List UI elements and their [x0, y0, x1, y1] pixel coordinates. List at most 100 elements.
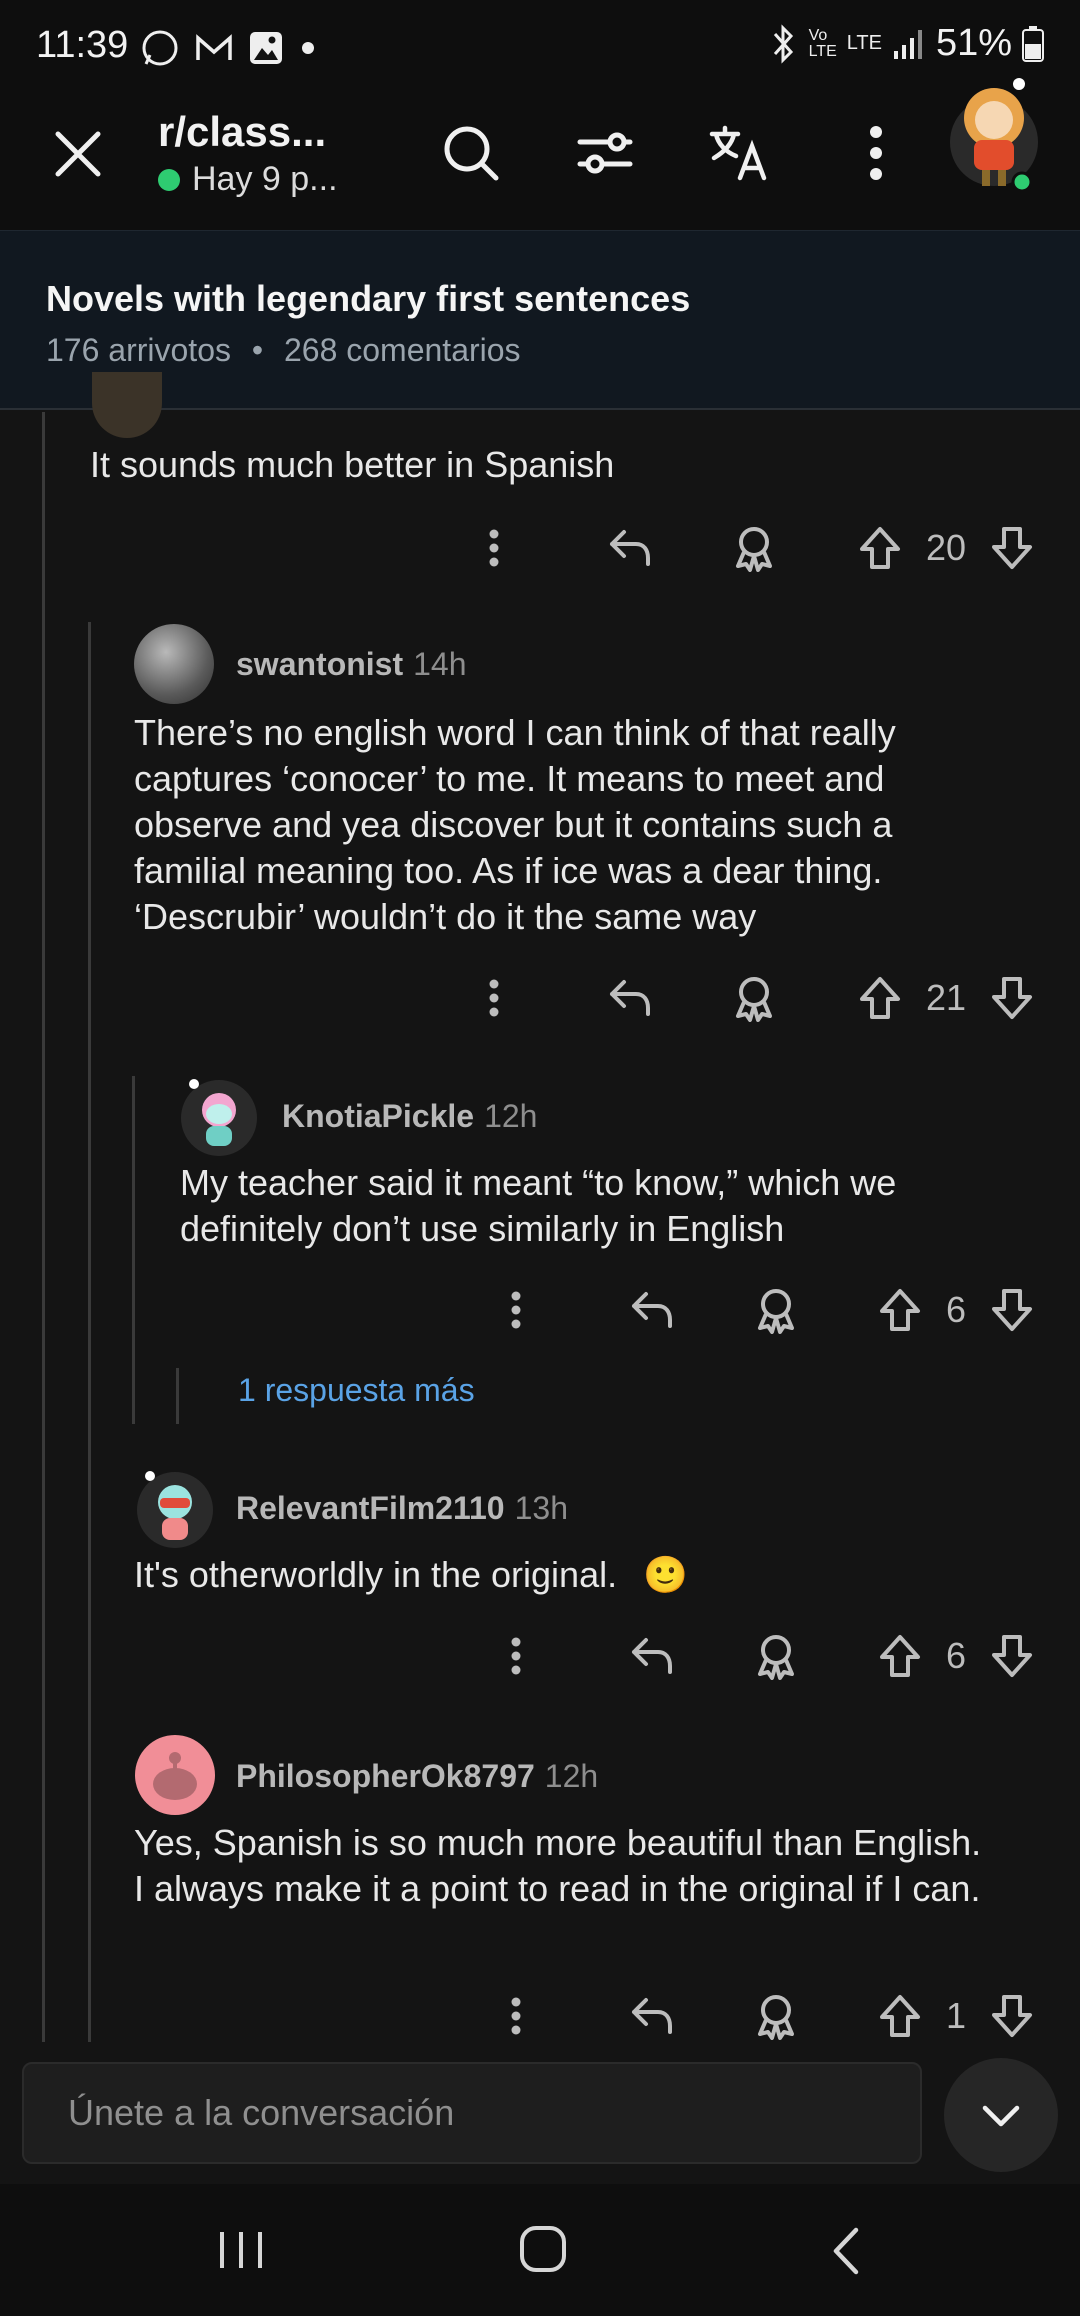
- back-icon: [833, 2227, 859, 2275]
- comment-avatar[interactable]: [134, 1734, 216, 1821]
- back-button[interactable]: [826, 2226, 866, 2281]
- upvote-button[interactable]: [872, 1626, 928, 1686]
- more-replies-link[interactable]: 1 respuesta más: [238, 1372, 475, 1409]
- search-icon: [444, 126, 499, 181]
- comment-more-button[interactable]: [496, 1280, 536, 1340]
- comment-more-button[interactable]: [474, 518, 514, 578]
- volte-icon: Vo LTE: [808, 26, 837, 60]
- reply-button[interactable]: [622, 1626, 682, 1686]
- downvote-button[interactable]: [984, 968, 1040, 1028]
- reply-button[interactable]: [600, 518, 660, 578]
- reply-button[interactable]: [622, 1280, 682, 1340]
- comment-avatar[interactable]: [178, 1074, 260, 1163]
- upvote-icon: [880, 1289, 920, 1331]
- comment-author[interactable]: KnotiaPickle 12h: [282, 1098, 537, 1135]
- reply-button[interactable]: [622, 1986, 682, 2046]
- upvote-icon: [880, 1995, 920, 2037]
- upvote-button[interactable]: [852, 518, 908, 578]
- dot-icon: [302, 42, 314, 54]
- award-icon: [736, 527, 772, 572]
- filter-button[interactable]: [574, 122, 636, 189]
- overflow-menu-button[interactable]: [858, 122, 894, 189]
- vote-score: 6: [945, 1289, 967, 1330]
- notification-icons: [140, 28, 318, 68]
- award-icon: [758, 1635, 794, 1680]
- downvote-button[interactable]: [984, 1626, 1040, 1686]
- composer-placeholder: Únete a la conversación: [68, 2092, 455, 2133]
- comment-avatar[interactable]: [134, 1466, 216, 1555]
- status-time: 11:39: [36, 24, 129, 66]
- comment-author[interactable]: RelevantFilm2110 13h: [236, 1490, 568, 1527]
- status-right: Vo LTE LTE 51%: [767, 22, 1044, 65]
- reply-button[interactable]: [600, 968, 660, 1028]
- downvote-button[interactable]: [984, 1280, 1040, 1340]
- comment-avatar-top[interactable]: [92, 372, 162, 438]
- snoo-avatar: [135, 1735, 215, 1815]
- comment-time: 13h: [514, 1490, 568, 1526]
- post-upvotes: 176 arrivotos: [46, 332, 231, 368]
- more-vertical-icon: [511, 1637, 521, 1675]
- award-button[interactable]: [724, 968, 784, 1028]
- more-vertical-icon: [511, 1291, 521, 1329]
- vote-score: 21: [925, 977, 967, 1018]
- collapse-button[interactable]: [944, 2058, 1058, 2172]
- search-button[interactable]: [440, 122, 502, 189]
- lte-indicator: LTE: [846, 32, 882, 54]
- comment-author[interactable]: PhilosopherOk8797 12h: [236, 1758, 598, 1795]
- vote-score: 1: [945, 1995, 967, 2036]
- more-vertical-icon: [511, 1997, 521, 2035]
- translate-button[interactable]: [708, 122, 770, 189]
- post-title[interactable]: Novels with legendary first sentences: [46, 278, 690, 320]
- comment-more-button[interactable]: [496, 1626, 536, 1686]
- comment-time: 14h: [413, 646, 467, 682]
- upvote-button[interactable]: [872, 1986, 928, 2046]
- vote-score: 20: [925, 527, 967, 568]
- comment-text: My teacher said it meant “to know,” whic…: [180, 1162, 897, 1249]
- username[interactable]: KnotiaPickle: [282, 1098, 474, 1134]
- award-button[interactable]: [746, 1986, 806, 2046]
- battery-percent: 51%: [935, 22, 1012, 64]
- online-dot-icon: [158, 168, 180, 191]
- recents-button[interactable]: [216, 2228, 266, 2277]
- comment-author[interactable]: swantonist 14h: [236, 646, 467, 683]
- subreddit-name[interactable]: r/class...: [158, 108, 326, 156]
- comment-more-button[interactable]: [496, 1986, 536, 2046]
- downvote-icon: [992, 1289, 1032, 1331]
- comment-text: There’s no english word I can think of t…: [134, 712, 896, 937]
- award-button[interactable]: [746, 1280, 806, 1340]
- reply-composer-input[interactable]: Únete a la conversación: [22, 2062, 922, 2164]
- reply-icon: [632, 1292, 672, 1328]
- upvote-button[interactable]: [852, 968, 908, 1028]
- downvote-button[interactable]: [984, 518, 1040, 578]
- upvote-icon: [880, 1635, 920, 1677]
- status-bar: 11:39 Vo LTE LTE 51%: [0, 0, 1080, 100]
- comment-more-button[interactable]: [474, 968, 514, 1028]
- user-avatar-button[interactable]: [944, 76, 1044, 197]
- username[interactable]: RelevantFilm2110: [236, 1490, 505, 1526]
- home-button[interactable]: [518, 2224, 568, 2279]
- award-button[interactable]: [746, 1626, 806, 1686]
- comment-text: Yes, Spanish is so much more beautiful t…: [134, 1822, 982, 1909]
- reply-icon: [632, 1638, 672, 1674]
- downvote-icon: [992, 527, 1032, 569]
- gmail-icon: [196, 34, 232, 60]
- post-header[interactable]: [0, 230, 1080, 410]
- downvote-button[interactable]: [984, 1986, 1040, 2046]
- username[interactable]: PhilosopherOk8797: [236, 1758, 535, 1794]
- recents-icon: [220, 2232, 262, 2268]
- more-vertical-icon: [489, 979, 499, 1017]
- chevron-down-icon: [982, 2105, 1020, 2127]
- close-button[interactable]: [50, 126, 106, 187]
- thread-line-level-1: [42, 412, 45, 2042]
- award-button[interactable]: [724, 518, 784, 578]
- snoo-avatar: [181, 1079, 257, 1156]
- whatsapp-icon: [142, 30, 178, 66]
- comment-text: It sounds much better in Spanish: [90, 444, 615, 485]
- award-icon: [758, 1289, 794, 1334]
- online-text: Hay 9 p...: [192, 160, 338, 198]
- downvote-icon: [992, 977, 1032, 1019]
- thread-line-level-4: [176, 1368, 179, 1424]
- upvote-button[interactable]: [872, 1280, 928, 1340]
- comment-avatar[interactable]: [134, 624, 214, 704]
- username[interactable]: swantonist: [236, 646, 403, 682]
